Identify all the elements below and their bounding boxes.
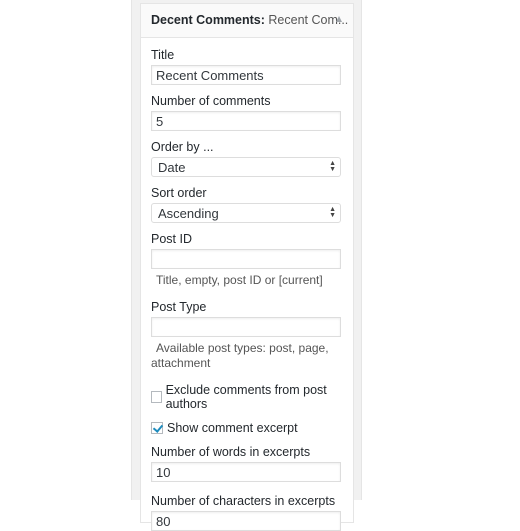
post-id-label: Post ID: [151, 232, 192, 246]
select-arrows-icon: ▲ ▼: [329, 160, 336, 173]
exclude-authors-row[interactable]: Exclude comments from post authors: [151, 383, 343, 411]
post-type-description-cont: attachment: [151, 356, 211, 370]
exclude-authors-label: Exclude comments from post authors: [165, 383, 327, 411]
order-by-select[interactable]: Date ▲ ▼: [151, 157, 341, 177]
post-id-description: Title, empty, post ID or [current]: [156, 273, 323, 287]
sort-order-label: Sort order: [151, 186, 207, 200]
post-type-description: Available post types: post, page,: [156, 341, 329, 355]
show-excerpt-label: Show comment excerpt: [167, 421, 298, 435]
words-label: Number of words in excerpts: [151, 445, 311, 459]
post-type-input[interactable]: [151, 317, 341, 337]
widget-header[interactable]: Decent Comments: Recent Com...: [141, 4, 353, 38]
number-of-comments-input[interactable]: 5: [151, 111, 341, 131]
chars-label: Number of characters in excerpts: [151, 494, 336, 508]
words-input[interactable]: 10: [151, 462, 341, 482]
collapse-arrow-icon[interactable]: [336, 16, 342, 22]
post-type-label: Post Type: [151, 300, 207, 314]
widget-title-name: Decent Comments:: [151, 13, 265, 27]
chars-input[interactable]: 80: [151, 511, 341, 531]
sort-order-select[interactable]: Ascending ▲ ▼: [151, 203, 341, 223]
title-input[interactable]: Recent Comments: [151, 65, 341, 85]
show-excerpt-row[interactable]: Show comment excerpt: [151, 421, 343, 435]
sort-order-value: Ascending: [158, 206, 219, 221]
widget-form: Title Recent Comments Number of comments…: [141, 38, 353, 531]
show-excerpt-checkbox[interactable]: [151, 422, 163, 434]
post-id-input[interactable]: [151, 249, 341, 269]
select-arrows-icon: ▲ ▼: [329, 206, 336, 219]
widget-decent-comments: Decent Comments: Recent Com... Title Rec…: [140, 3, 354, 531]
widget-title: Decent Comments: Recent Com...: [151, 13, 348, 27]
exclude-authors-checkbox[interactable]: [151, 391, 162, 403]
title-label: Title: [151, 48, 175, 62]
order-by-value: Date: [158, 160, 186, 175]
number-of-comments-label: Number of comments: [151, 94, 271, 108]
order-by-label: Order by ...: [151, 140, 214, 154]
